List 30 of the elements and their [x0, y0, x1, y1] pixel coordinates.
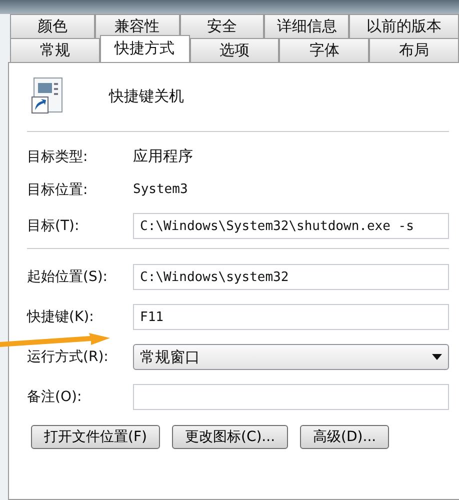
- tab[interactable]: 常规: [10, 38, 100, 62]
- field-label: 目标类型:: [27, 148, 89, 166]
- dropdown[interactable]: 常规窗口: [133, 344, 449, 370]
- shortcut-file-icon: [31, 77, 65, 115]
- tab[interactable]: 字体: [279, 38, 370, 62]
- field-label: 快捷键(K):: [27, 308, 95, 326]
- input-field[interactable]: [133, 384, 449, 410]
- field-label: 目标位置:: [27, 180, 89, 198]
- shortcut-name: 快捷键关机: [109, 86, 184, 106]
- tab[interactable]: 安全: [180, 14, 264, 38]
- dialog-button[interactable]: 高级(D)...: [300, 425, 390, 449]
- dialog-button[interactable]: 打开文件位置(F): [31, 425, 160, 449]
- field-label: 运行方式(R):: [27, 348, 110, 366]
- tab[interactable]: 快捷方式: [100, 35, 190, 62]
- field-label: 备注(O):: [27, 388, 83, 406]
- tab[interactable]: 详细信息: [264, 14, 350, 38]
- tab[interactable]: 颜色: [10, 14, 95, 38]
- field-value: 应用程序: [133, 147, 193, 166]
- caret-icon: [432, 354, 442, 360]
- dialog-button[interactable]: 更改图标(C)...: [172, 425, 288, 449]
- field-label: 目标(T):: [27, 217, 80, 235]
- tab[interactable]: 以前的版本: [349, 14, 459, 38]
- field-value: System3: [133, 182, 188, 197]
- target-field[interactable]: C:\Windows\System32\shutdown.exe -s: [133, 213, 449, 239]
- tab[interactable]: 选项: [190, 38, 280, 62]
- input-field[interactable]: C:\Windows\system32: [133, 264, 449, 290]
- field-label: 起始位置(S):: [27, 268, 109, 286]
- arrow-icon: [0, 333, 110, 347]
- tab[interactable]: 布局: [369, 38, 459, 62]
- input-field[interactable]: F11: [133, 304, 449, 330]
